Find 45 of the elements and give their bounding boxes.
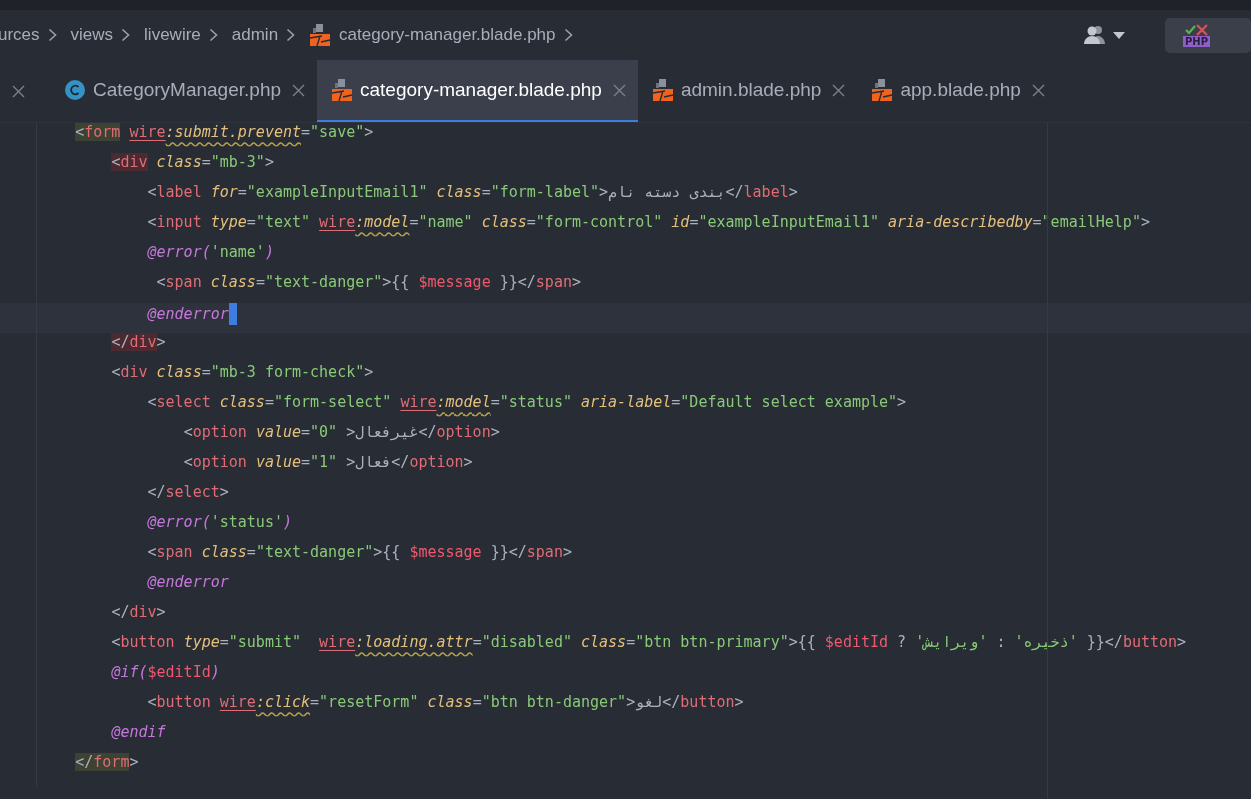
chevron-right-icon bbox=[208, 28, 218, 42]
chevron-right-icon bbox=[286, 28, 296, 42]
close-icon[interactable] bbox=[612, 83, 626, 97]
breadcrumb-item[interactable]: category-manager.blade.php bbox=[339, 25, 556, 45]
breadcrumb-item[interactable]: livewire bbox=[144, 25, 201, 45]
blade-file-icon bbox=[651, 78, 674, 102]
close-icon[interactable] bbox=[292, 83, 305, 97]
code-line: <input type="text" wire:model="name" class="form-control" id="exampleInputEmail1" aria-describedby="emailHelp"> bbox=[146, 213, 1151, 233]
code-line: <span class="text-danger">{{ $message }}</span> bbox=[155, 273, 582, 293]
code-line: @if($editId) bbox=[110, 663, 221, 683]
code-line: <span class="text-danger">{{ $message }}</span> bbox=[146, 543, 573, 563]
php-badge: PHP bbox=[1183, 35, 1211, 47]
chevron-right-icon bbox=[563, 28, 573, 42]
editor-tab[interactable]: CategoryManager.php bbox=[50, 60, 317, 122]
blade-file-icon bbox=[871, 78, 894, 102]
chevron-right-icon bbox=[121, 28, 131, 42]
editor-tab[interactable]: category-manager.blade.php bbox=[317, 60, 638, 122]
code-line: </div> bbox=[110, 603, 167, 623]
breadcrumb-item[interactable]: views bbox=[70, 25, 114, 45]
users-icon[interactable] bbox=[1083, 25, 1107, 45]
dropdown-caret-icon[interactable] bbox=[1113, 31, 1125, 39]
php-validation-button[interactable]: PHP bbox=[1165, 17, 1251, 53]
class-icon bbox=[64, 79, 86, 101]
close-icon[interactable] bbox=[832, 83, 846, 97]
blade-file-icon bbox=[331, 78, 353, 102]
code-line: @enderror bbox=[146, 573, 230, 593]
check-cross-icon bbox=[1183, 23, 1210, 36]
code-line: </form> bbox=[74, 753, 140, 773]
code-line: <form wire:submit.prevent="save"> bbox=[74, 123, 375, 143]
text-cursor bbox=[228, 303, 237, 325]
blade-file-icon bbox=[309, 23, 332, 47]
code-line: <div class="mb-3 form-check"> bbox=[110, 363, 375, 383]
code-line: @error('name') bbox=[146, 243, 275, 263]
code-line: </div> bbox=[110, 333, 167, 353]
editor-tab[interactable]: admin.blade.php bbox=[637, 60, 858, 122]
code-line: <div class="mb-3"> bbox=[110, 153, 275, 173]
code-line: @endif bbox=[110, 723, 167, 743]
code-line: </select> bbox=[146, 483, 230, 503]
chevron-right-icon bbox=[47, 28, 57, 42]
close-icon[interactable] bbox=[1031, 83, 1045, 97]
editor-tab[interactable]: app.blade.php bbox=[857, 60, 1057, 122]
code-line: <select class="form-select" wire:model="status" aria-label="Default select example"> bbox=[146, 393, 908, 413]
breadcrumb-item[interactable]: admin bbox=[231, 25, 279, 45]
close-icon[interactable] bbox=[12, 84, 25, 98]
code-line: @error('status') bbox=[146, 513, 293, 533]
